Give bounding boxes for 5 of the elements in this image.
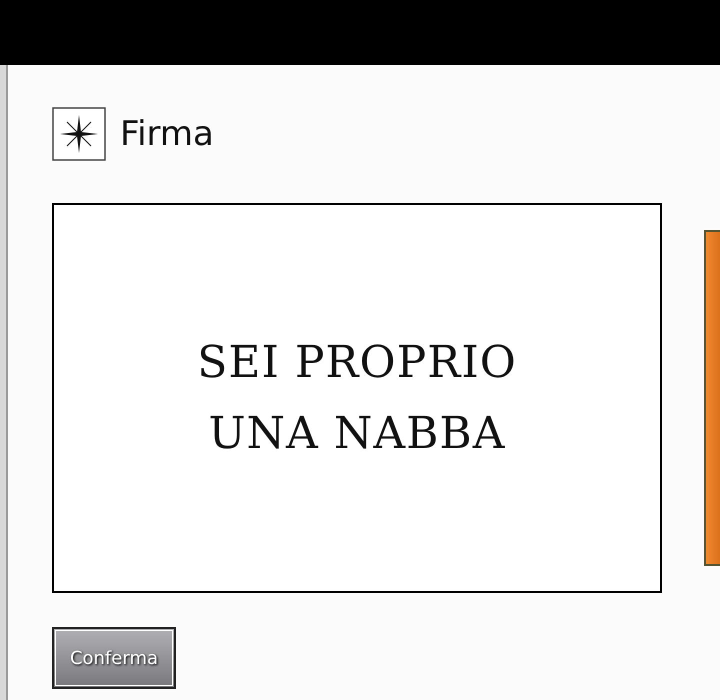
signature-text: SEI PROPRIO: [197, 337, 517, 388]
signature-box[interactable]: SEI PROPRIO UNA NABBA: [52, 203, 662, 593]
signature-text: UNA NABBA: [208, 408, 506, 459]
dialog-title: Firma: [120, 114, 214, 154]
sparkle-icon: [52, 107, 106, 161]
